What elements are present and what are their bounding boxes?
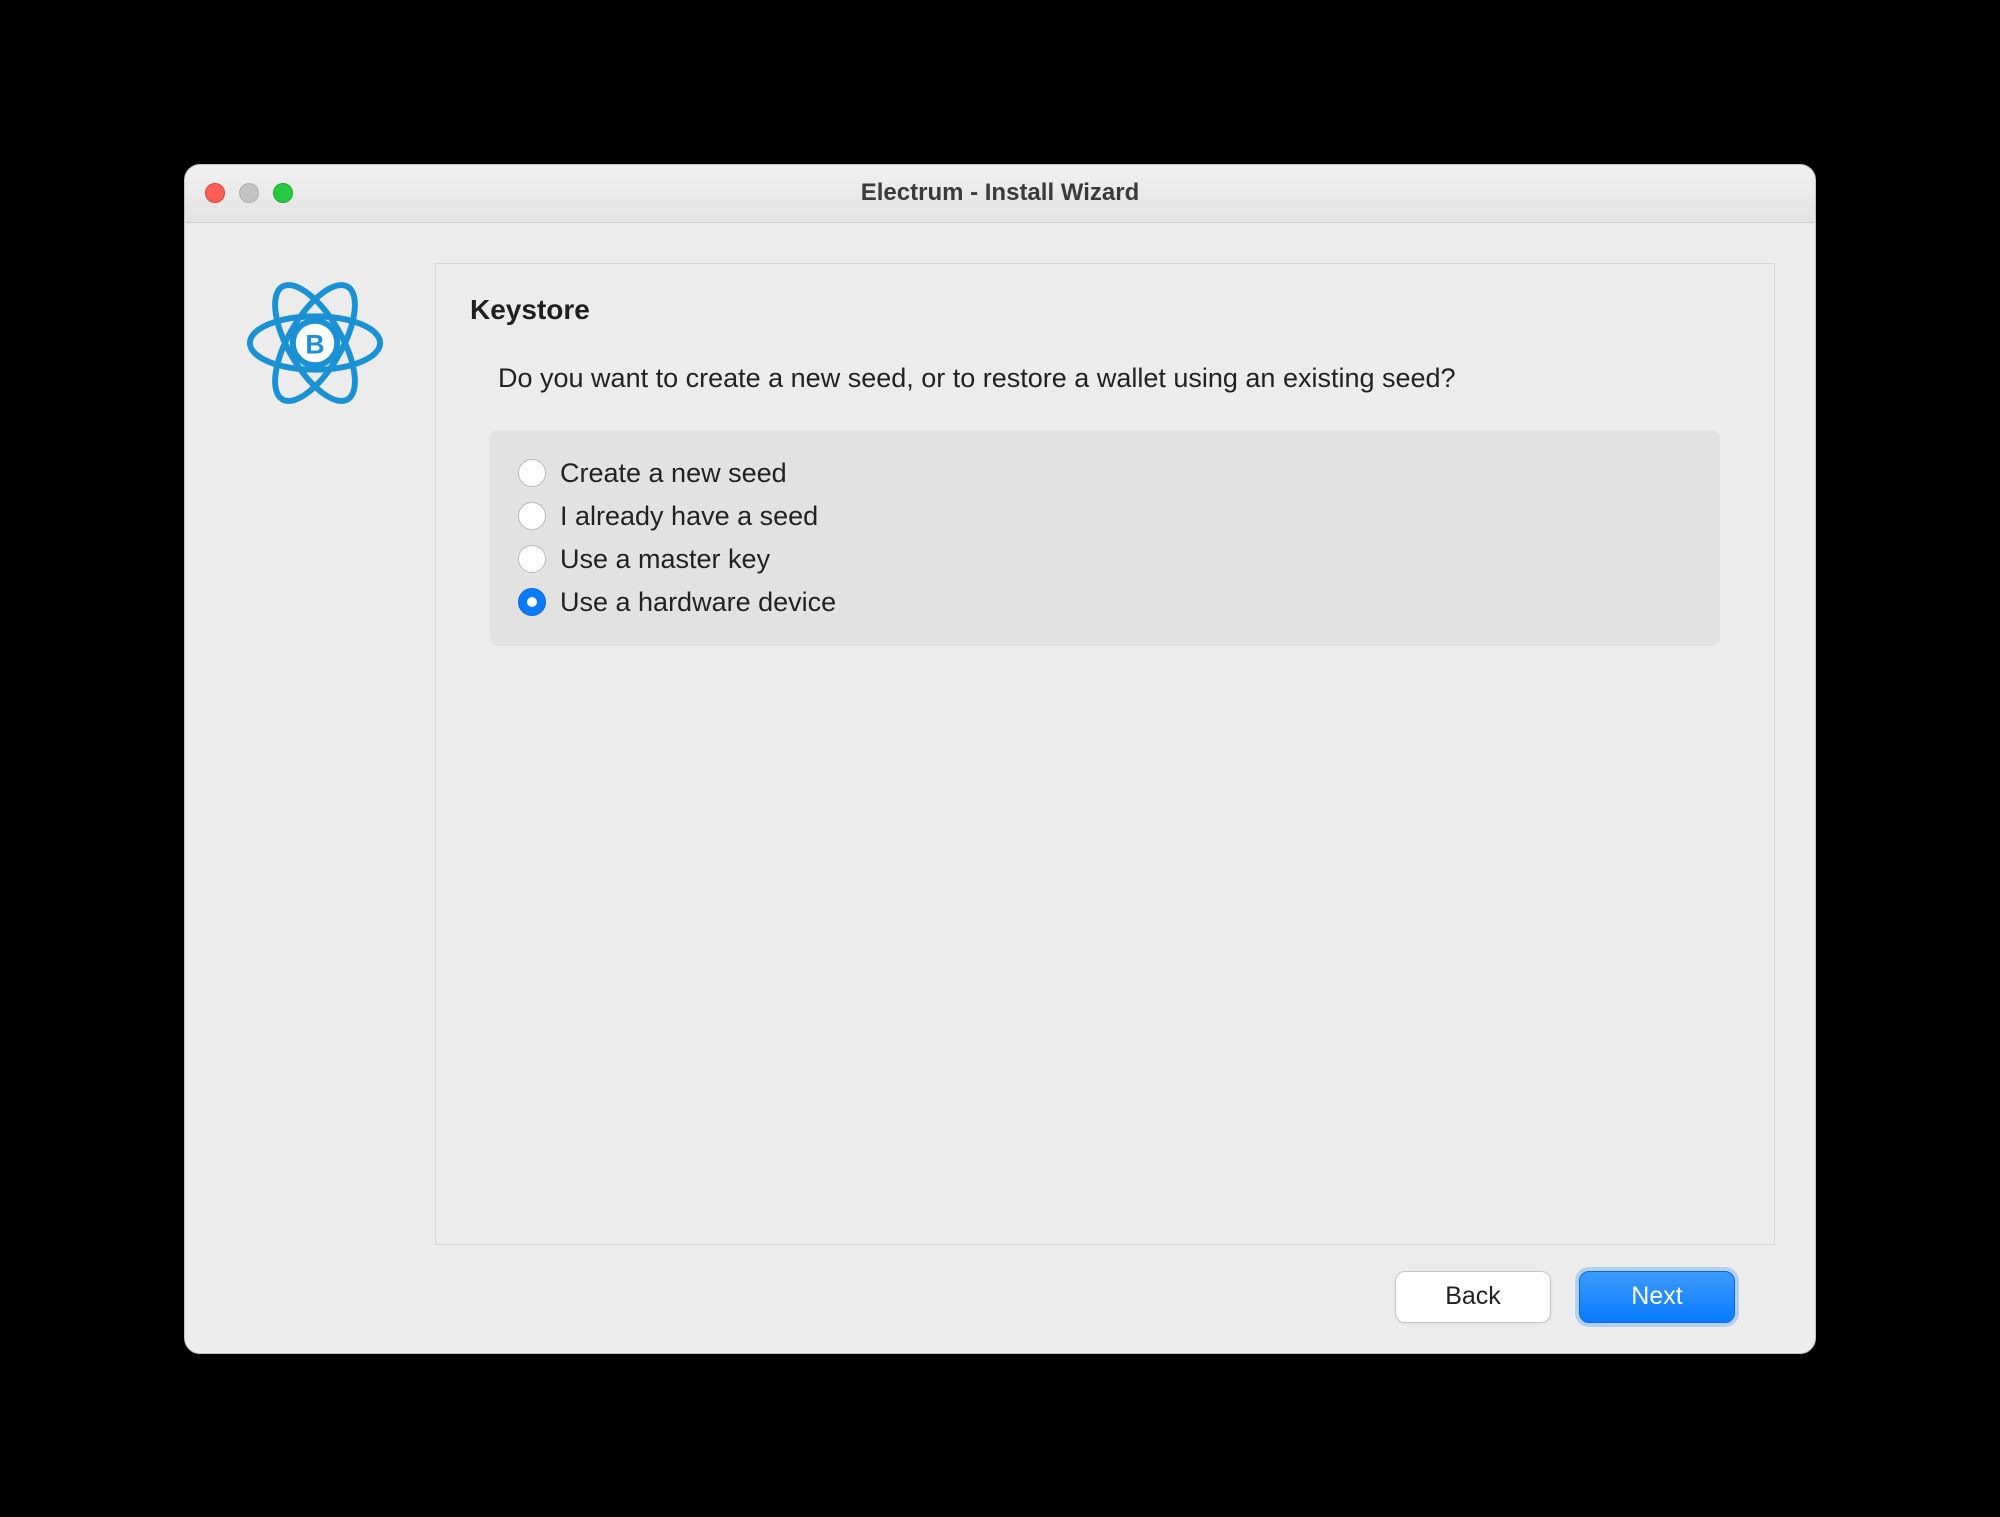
radio-icon (518, 502, 546, 530)
options-group: Create a new seed I already have a seed … (490, 430, 1720, 646)
radio-icon (518, 588, 546, 616)
option-create-new-seed[interactable]: Create a new seed (518, 452, 1692, 495)
button-row: Back Next (225, 1245, 1775, 1323)
option-use-hardware-device[interactable]: Use a hardware device (518, 581, 1692, 624)
window-controls (205, 183, 293, 203)
option-label: Use a hardware device (560, 587, 836, 618)
next-button[interactable]: Next (1579, 1271, 1735, 1323)
button-label: Back (1445, 1282, 1501, 1311)
radio-icon (518, 459, 546, 487)
option-already-have-seed[interactable]: I already have a seed (518, 495, 1692, 538)
radio-icon (518, 545, 546, 573)
window-title: Electrum - Install Wizard (185, 179, 1815, 207)
electrum-logo-icon: B (241, 269, 389, 417)
panel-question: Do you want to create a new seed, or to … (470, 360, 1530, 396)
logo-column: B (225, 263, 405, 1245)
content-area: B Keystore Do you want to create a new s… (185, 223, 1815, 1353)
option-label: Use a master key (560, 544, 770, 575)
svg-text:B: B (305, 329, 324, 359)
option-label: I already have a seed (560, 501, 818, 532)
maximize-icon[interactable] (273, 183, 293, 203)
option-label: Create a new seed (560, 458, 787, 489)
main-panel: Keystore Do you want to create a new see… (435, 263, 1775, 1245)
panel-heading: Keystore (470, 294, 1740, 326)
back-button[interactable]: Back (1395, 1271, 1551, 1323)
titlebar: Electrum - Install Wizard (185, 165, 1815, 223)
close-icon[interactable] (205, 183, 225, 203)
install-wizard-window: Electrum - Install Wizard B Keystore Do … (184, 164, 1816, 1354)
button-label: Next (1631, 1282, 1682, 1311)
option-use-master-key[interactable]: Use a master key (518, 538, 1692, 581)
minimize-icon[interactable] (239, 183, 259, 203)
